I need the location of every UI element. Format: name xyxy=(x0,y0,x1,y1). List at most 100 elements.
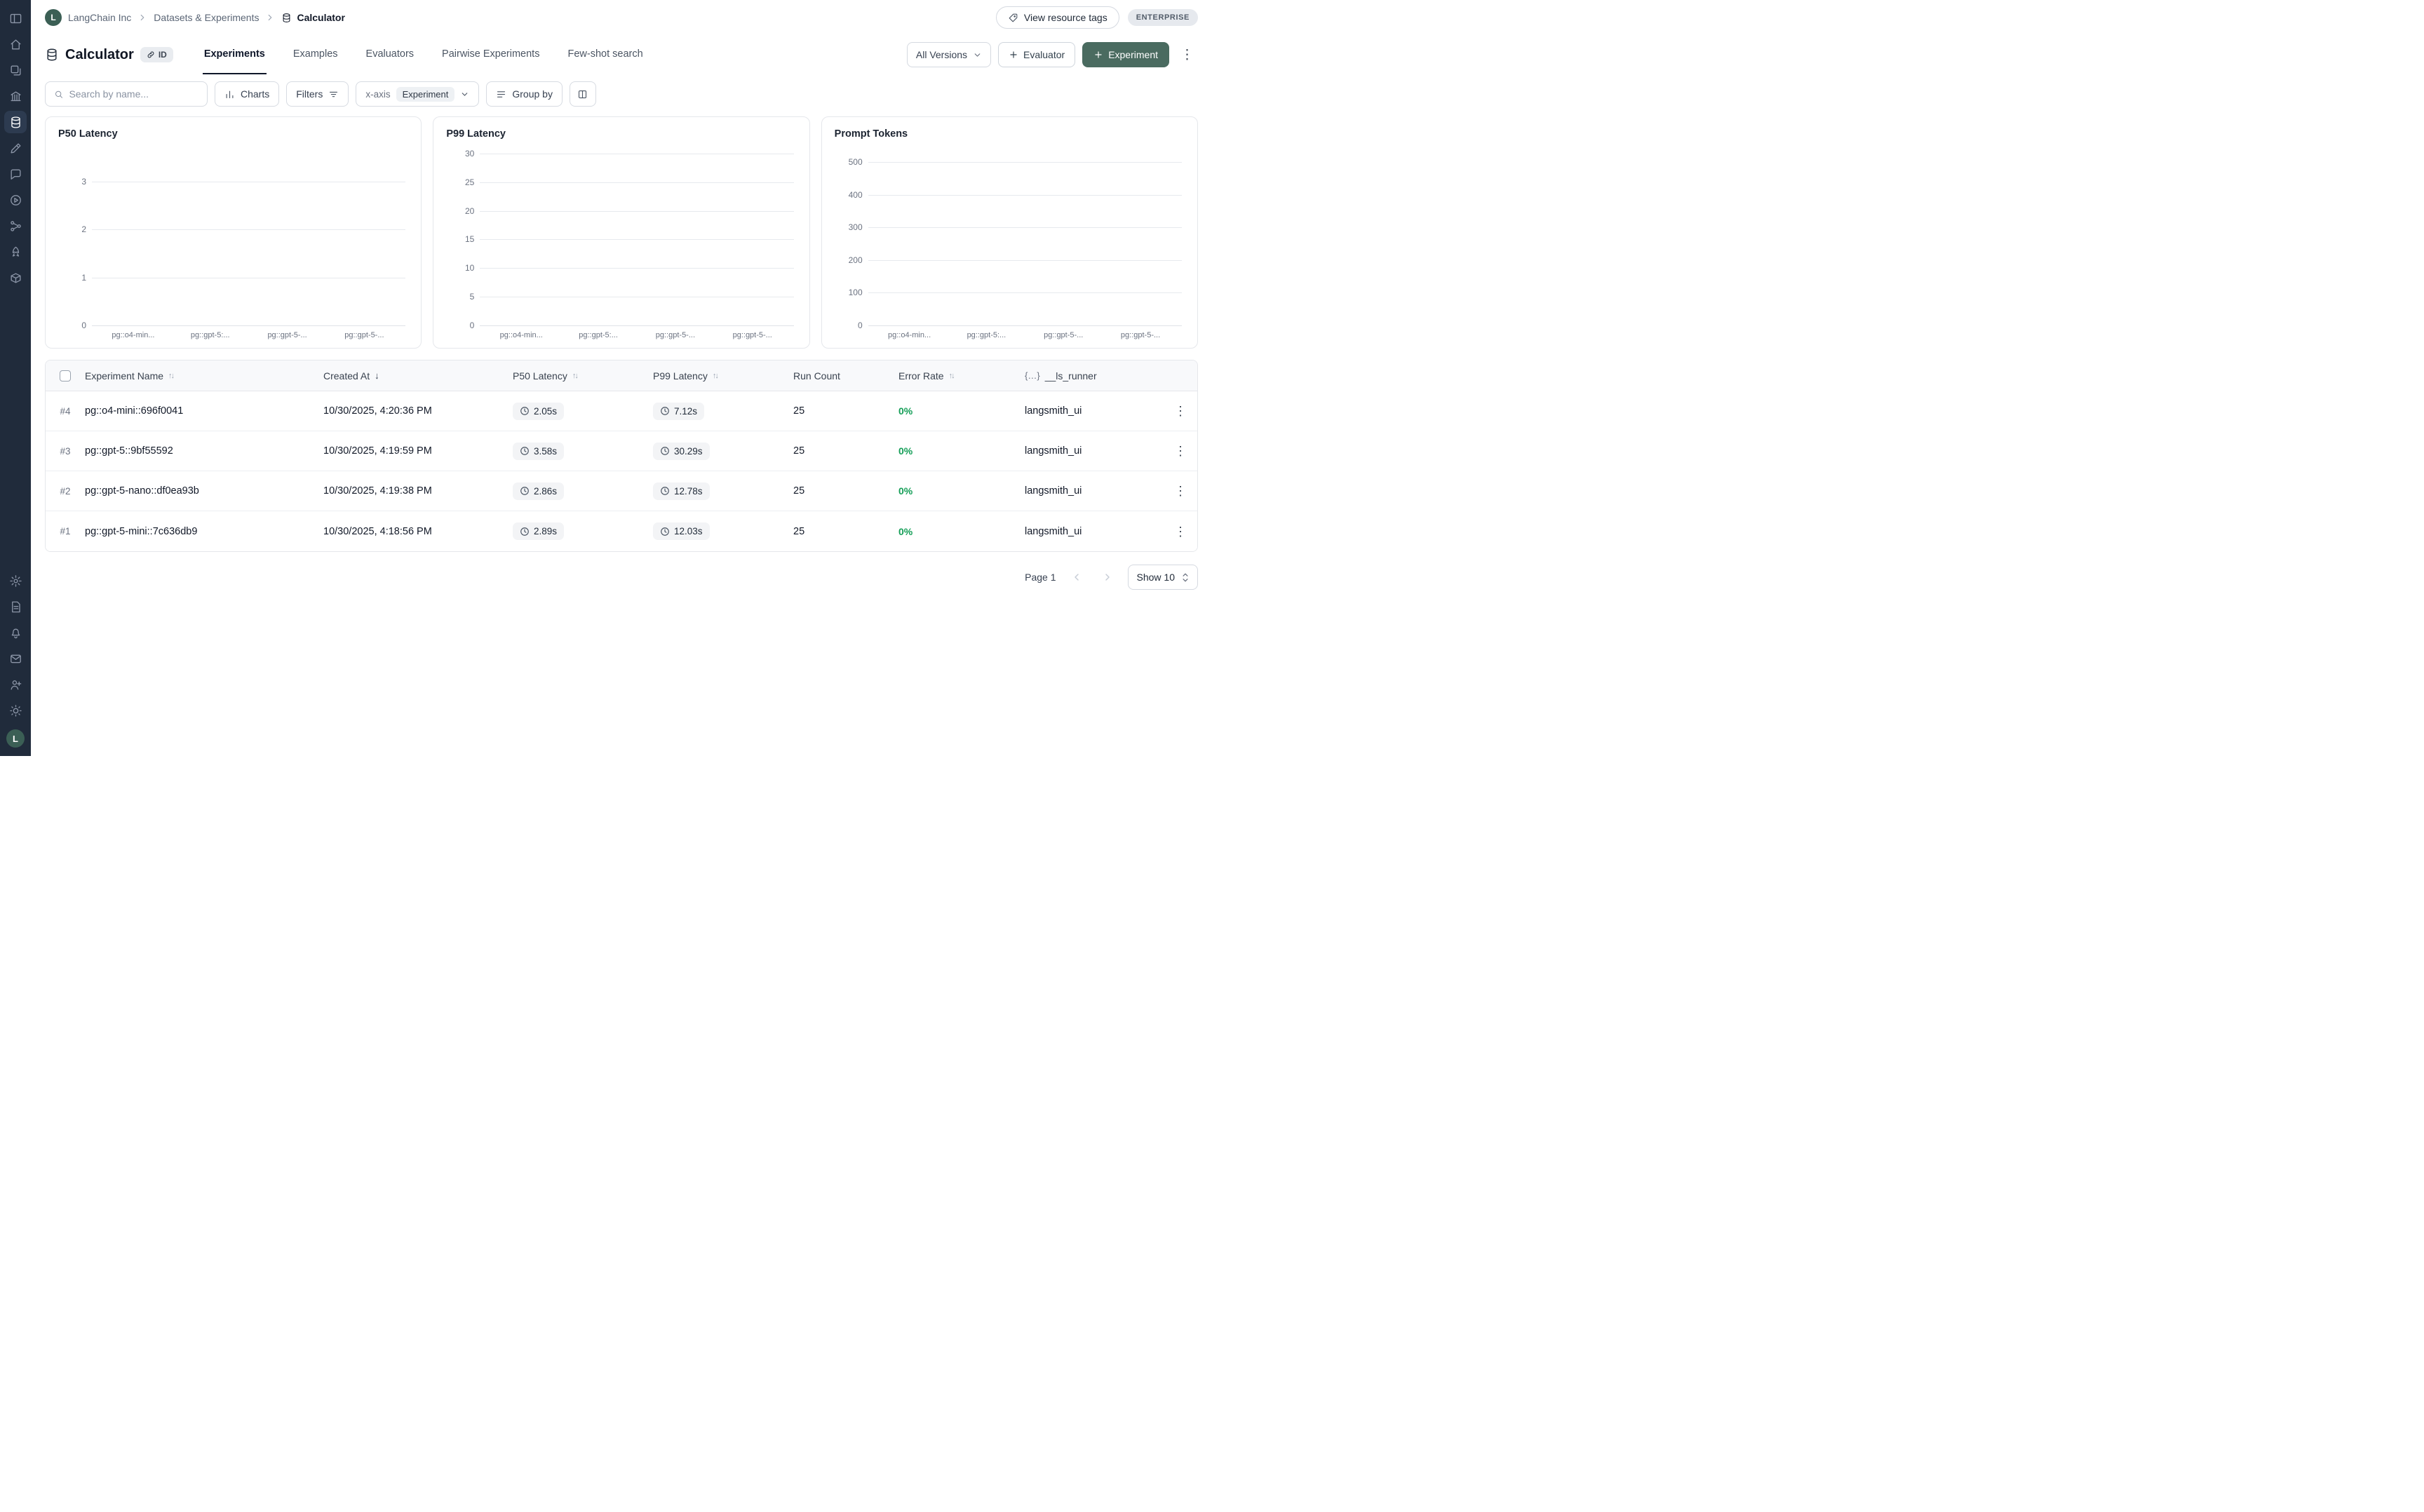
rows-icon xyxy=(496,89,506,100)
settings-icon[interactable] xyxy=(4,569,27,592)
chart-bars xyxy=(868,151,1182,326)
invite-user-icon[interactable] xyxy=(4,673,27,696)
p99-latency-cell: 7.12s xyxy=(653,403,793,420)
experiment-name[interactable]: pg::o4-mini::696f0041 xyxy=(85,405,323,417)
deployments-icon[interactable] xyxy=(4,241,27,263)
y-axis-tick: 500 xyxy=(835,157,863,167)
col-run-count[interactable]: Run Count xyxy=(793,370,898,382)
notifications-icon[interactable] xyxy=(4,621,27,644)
error-rate-cell: 0% xyxy=(898,526,1025,537)
col-experiment-name[interactable]: Experiment Name↑↓ xyxy=(85,370,323,382)
theme-icon[interactable] xyxy=(4,699,27,722)
add-experiment-button[interactable]: Experiment xyxy=(1082,42,1169,67)
chart-plot: 051015202530 xyxy=(480,151,793,326)
next-page-button[interactable] xyxy=(1097,567,1118,588)
annotation-queues-icon[interactable] xyxy=(4,137,27,159)
breadcrumb-page[interactable]: Calculator xyxy=(281,12,344,23)
tab-experiments[interactable]: Experiments xyxy=(203,35,267,74)
p50-latency-cell: 3.58s xyxy=(513,443,653,460)
tab-evaluators[interactable]: Evaluators xyxy=(365,35,416,74)
prompts-icon[interactable] xyxy=(4,163,27,185)
filters-button[interactable]: Filters xyxy=(286,81,349,107)
experiment-name[interactable]: pg::gpt-5-mini::7c636db9 xyxy=(85,526,323,537)
xaxis-dropdown[interactable]: x-axis Experiment xyxy=(356,81,479,107)
experiment-name[interactable]: pg::gpt-5::9bf55592 xyxy=(85,445,323,457)
tab-bar: Experiments Examples Evaluators Pairwise… xyxy=(203,35,645,74)
search-input[interactable] xyxy=(69,88,198,100)
breadcrumb-org[interactable]: LangChain Inc xyxy=(68,12,131,23)
chart-x-labels: pg::o4-min...pg::gpt-5:...pg::gpt-5-...p… xyxy=(480,331,793,339)
y-axis-tick: 1 xyxy=(58,273,86,283)
table-row[interactable]: #1pg::gpt-5-mini::7c636db910/30/2025, 4:… xyxy=(46,511,1197,551)
mail-icon[interactable] xyxy=(4,647,27,670)
plus-icon xyxy=(1009,50,1018,60)
workflows-icon[interactable] xyxy=(4,215,27,237)
table-row[interactable]: #4pg::o4-mini::696f004110/30/2025, 4:20:… xyxy=(46,391,1197,431)
docs-icon[interactable] xyxy=(4,595,27,618)
chevron-down-icon xyxy=(460,90,469,99)
sidebar-toggle-icon[interactable] xyxy=(4,7,27,29)
prev-page-button[interactable] xyxy=(1066,567,1087,588)
x-axis-tick: pg::gpt-5-... xyxy=(1025,331,1102,339)
datasets-icon[interactable] xyxy=(4,111,27,133)
select-all-checkbox[interactable] xyxy=(60,370,71,382)
p99-latency-cell: 30.29s xyxy=(653,443,793,460)
tab-examples[interactable]: Examples xyxy=(292,35,339,74)
p50-latency-cell: 2.86s xyxy=(513,482,653,500)
sort-desc-icon: ↓ xyxy=(375,370,379,381)
tab-pairwise-experiments[interactable]: Pairwise Experiments xyxy=(440,35,541,74)
id-chip[interactable]: ID xyxy=(140,47,173,62)
hub-icon[interactable] xyxy=(4,266,27,289)
playground-icon[interactable] xyxy=(4,189,27,211)
page-size-select[interactable]: Show 10 xyxy=(1128,565,1198,590)
chevron-down-icon xyxy=(973,50,982,60)
row-menu-button[interactable]: ⋮ xyxy=(1164,485,1197,497)
table-header: Experiment Name↑↓ Created At↓ P50 Latenc… xyxy=(46,360,1197,391)
tab-few-shot-search[interactable]: Few-shot search xyxy=(566,35,644,74)
table-row[interactable]: #2pg::gpt-5-nano::df0ea93b10/30/2025, 4:… xyxy=(46,471,1197,511)
chart-card-p50-latency: P50 Latency 0123 pg::o4-min...pg::gpt-5:… xyxy=(45,116,422,349)
search-box xyxy=(45,81,208,107)
run-count-cell: 25 xyxy=(793,485,898,497)
row-menu-button[interactable]: ⋮ xyxy=(1164,405,1197,417)
sidebar: L xyxy=(0,0,31,756)
y-axis-tick: 20 xyxy=(446,206,474,216)
columns-button[interactable] xyxy=(570,81,596,107)
title-group: Calculator ID xyxy=(45,35,173,74)
charts-button[interactable]: Charts xyxy=(215,81,279,107)
org-avatar[interactable]: L xyxy=(45,9,62,26)
breadcrumb-section[interactable]: Datasets & Experiments xyxy=(154,12,259,23)
add-evaluator-button[interactable]: Evaluator xyxy=(998,42,1075,67)
col-p50-latency[interactable]: P50 Latency↑↓ xyxy=(513,370,653,382)
group-by-button[interactable]: Group by xyxy=(486,81,563,107)
row-index: #3 xyxy=(46,446,85,457)
x-axis-tick: pg::o4-min... xyxy=(95,331,172,339)
xaxis-value-chip: Experiment xyxy=(396,87,455,102)
table-row[interactable]: #3pg::gpt-5::9bf5559210/30/2025, 4:19:59… xyxy=(46,431,1197,471)
y-axis-tick: 0 xyxy=(58,320,86,330)
title-actions: All Versions Evaluator Experiment ⋮ xyxy=(907,35,1198,74)
page-menu-button[interactable]: ⋮ xyxy=(1176,46,1198,65)
chart-title: P99 Latency xyxy=(446,128,796,140)
col-created-at[interactable]: Created At↓ xyxy=(323,370,513,382)
experiment-name[interactable]: pg::gpt-5-nano::df0ea93b xyxy=(85,485,323,497)
col-ls-runner[interactable]: {…}__ls_runner xyxy=(1025,370,1164,382)
runner-cell: langsmith_ui xyxy=(1025,405,1164,417)
y-axis-tick: 3 xyxy=(58,177,86,187)
tracing-projects-icon[interactable] xyxy=(4,59,27,81)
row-menu-button[interactable]: ⋮ xyxy=(1164,525,1197,538)
y-axis-tick: 400 xyxy=(835,190,863,200)
chart-plot: 0100200300400500 xyxy=(868,151,1182,326)
dashboards-icon[interactable] xyxy=(4,85,27,107)
col-p99-latency[interactable]: P99 Latency↑↓ xyxy=(653,370,793,382)
clock-icon xyxy=(660,406,670,416)
page-indicator: Page 1 xyxy=(1025,572,1056,583)
user-avatar[interactable]: L xyxy=(6,729,25,748)
p50-latency-cell: 2.05s xyxy=(513,403,653,420)
view-resource-tags-button[interactable]: View resource tags xyxy=(996,6,1119,29)
y-axis-tick: 30 xyxy=(446,149,474,158)
row-menu-button[interactable]: ⋮ xyxy=(1164,445,1197,457)
home-icon[interactable] xyxy=(4,33,27,55)
col-error-rate[interactable]: Error Rate↑↓ xyxy=(898,370,1025,382)
versions-dropdown[interactable]: All Versions xyxy=(907,42,991,67)
